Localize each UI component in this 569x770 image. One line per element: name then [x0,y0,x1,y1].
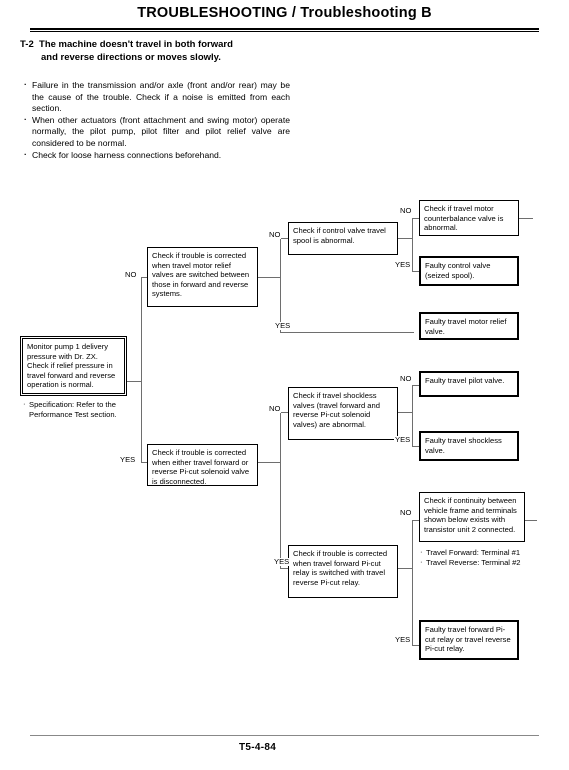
branch-label-no: NO [399,374,413,383]
flow-node-check-continuity: Check if continuity between vehicle fram… [419,492,525,542]
branch-label-no: NO [268,230,282,239]
branch-label-yes: YES [394,635,412,644]
branch-label-no: NO [399,508,413,517]
connector-line [412,520,413,645]
result-text: Faulty travel pilot valve. [425,376,505,385]
result-text: Faulty travel motor relief valve. [425,317,507,336]
connector-line [280,568,288,569]
flow-result-faulty-control-valve: Faulty control valve (seized spool). [419,256,519,286]
connector-line [398,412,412,413]
connector-line [412,218,413,272]
flow-result-faulty-motor-relief: Faulty travel motor relief valve. [419,312,519,340]
node-text: Check if trouble is corrected when eithe… [152,448,250,486]
flow-result-faulty-shockless: Faulty travel shockless valve. [419,431,519,461]
connector-line [525,520,537,521]
flow-node-check-control-valve-spool: Check if control valve travel spool is a… [288,222,398,255]
node-text: Check if trouble is corrected when trave… [293,549,388,587]
spec-note-text: Specification: Refer to the Performance … [23,399,147,419]
node-text: Check if travel shockless valves (travel… [293,391,380,429]
branch-label-yes: YES [273,557,291,566]
node-text: Check if trouble is corrected when trave… [152,251,250,299]
connector-line [280,412,281,568]
connector-line [258,462,280,463]
terminal-note-forward: Travel Forward: Terminal #1 [420,547,551,558]
branch-label-no: NO [268,404,282,413]
flow-node-check-picut-relay-switched: Check if trouble is corrected when trave… [288,545,398,598]
footer-page-number: T5-4-84 [239,742,277,753]
footer-divider [30,735,539,736]
result-text: Faulty travel forward Pi-cut relay or tr… [425,625,511,654]
connector-line [398,568,412,569]
flow-node-check-relief-switched: Check if trouble is corrected when trave… [147,247,258,307]
node-text: Check if continuity between vehicle fram… [424,496,517,534]
branch-label-yes: YES [394,260,412,269]
flow-result-faulty-travel-pilot: Faulty travel pilot valve. [419,371,519,397]
connector-line [126,381,141,382]
connector-line [141,277,142,382]
branch-label-yes: YES [119,455,137,464]
flow-node-check-picut-disconnected: Check if trouble is corrected when eithe… [147,444,258,486]
result-text: Faulty control valve (seized spool). [425,261,491,280]
branch-label-no: NO [124,270,138,279]
connector-line [280,332,414,333]
connector-line [141,381,142,463]
node-text: Check if control valve travel spool is a… [293,226,386,245]
continuity-terminal-notes: Travel Forward: Terminal #1 Travel Rever… [419,547,551,568]
flow-start-spec-note: Specification: Refer to the Performance … [22,399,147,419]
flow-start-text: Monitor pump 1 delivery pressure with Dr… [27,342,116,390]
branch-label-yes: YES [274,321,292,330]
connector-line [519,218,533,219]
troubleshooting-flowchart: Monitor pump 1 delivery pressure with Dr… [0,0,569,720]
connector-line [258,277,280,278]
connector-line [398,238,412,239]
flow-node-check-shockless-valves: Check if travel shockless valves (travel… [288,387,398,440]
connector-line [280,238,281,333]
flow-start-box: Monitor pump 1 delivery pressure with Dr… [19,335,128,397]
result-text: Faulty travel shockless valve. [425,436,502,455]
node-text: Check if travel motor counterbalance val… [424,204,504,233]
flow-node-check-counterbalance-valve: Check if travel motor counterbalance val… [419,200,519,236]
connector-line [412,385,413,447]
branch-label-yes: YES [394,435,412,444]
flow-result-faulty-picut-relay: Faulty travel forward Pi-cut relay or tr… [419,620,519,660]
branch-label-no: NO [399,206,413,215]
terminal-note-reverse: Travel Reverse: Terminal #2 [420,557,551,568]
